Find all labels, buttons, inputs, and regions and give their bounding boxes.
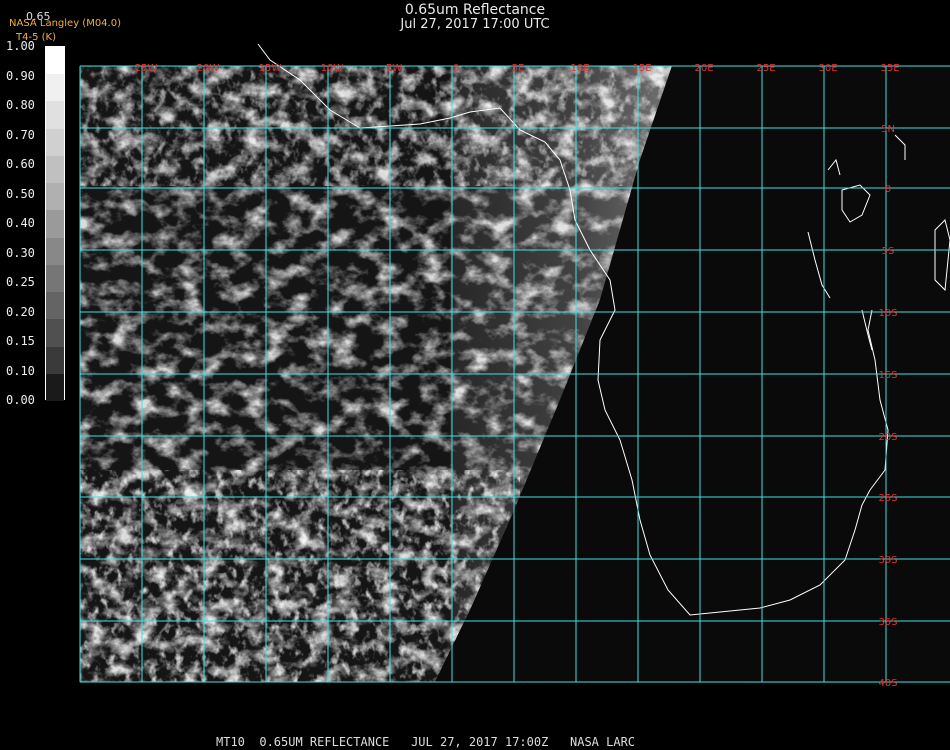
colorbar-segment — [46, 183, 64, 211]
colorbar-tick-label: 0.50 — [6, 186, 35, 201]
colorbar-segment — [46, 101, 64, 130]
colorbar-segment — [46, 319, 64, 348]
colorbar-tick-label: 0.00 — [6, 393, 35, 407]
longitude-label: 15E — [632, 63, 651, 74]
longitude-label: 15W — [259, 63, 282, 74]
latitude-label: 20S — [878, 432, 897, 443]
colorbar-segment — [46, 74, 64, 102]
longitude-label: 10E — [570, 63, 589, 74]
colorbar-segment — [46, 292, 64, 320]
colorbar-tick-label: 0.90 — [6, 68, 35, 83]
colorbar-tick-label: 0.25 — [6, 275, 35, 289]
latitude-label: 0 — [885, 184, 891, 195]
colorbar-tick-label: 1.00 — [6, 39, 35, 53]
longitude-label: 25W — [135, 63, 158, 74]
longitude-label: 30E — [818, 63, 837, 74]
longitude-label: 0 — [453, 63, 459, 74]
colorbar-tick-label: 0.10 — [6, 363, 35, 378]
satellite-map: 25W 20W 15W 10W 5W 0 5E 10E 15E 20E 25E 30E 35E 5N 0 5S… — [79, 43, 950, 689]
colorbar-tick-label: 0.70 — [6, 127, 35, 142]
latitude-label: 30S — [878, 555, 897, 566]
latitude-label: 15S — [878, 370, 897, 381]
chart-title: 0.65um Reflectance — [404, 2, 546, 18]
longitude-label: 35E — [880, 63, 899, 74]
colorbar — [45, 46, 65, 402]
colorbar-segment — [46, 128, 64, 157]
colorbar-segment — [46, 155, 64, 184]
longitude-label: 5W — [386, 63, 402, 74]
colorbar-tick-label: 0.80 — [6, 98, 35, 112]
colorbar-tick-label: 0.40 — [6, 216, 35, 230]
colorbar-tick-label: 0.15 — [6, 334, 35, 348]
colorbar-segment — [46, 373, 64, 402]
colorbar-tick-label: 0.30 — [6, 245, 35, 260]
corner-organization: NASA Langley (M04.0) — [9, 18, 121, 29]
chart-subtitle: Jul 27, 2017 17:00 UTC — [400, 17, 550, 32]
colorbar-segment — [46, 346, 64, 375]
colorbar-tick-label: 0.60 — [6, 157, 35, 171]
cloud-texture-north — [80, 66, 672, 186]
latitude-label: 10S — [878, 308, 897, 319]
longitude-label: 10W — [321, 63, 344, 74]
colorbar-segment — [46, 47, 64, 75]
longitude-label: 20E — [694, 63, 713, 74]
latitude-label: 5S — [882, 246, 895, 257]
latitude-label: 25S — [878, 493, 897, 504]
latitude-label: 5N — [881, 124, 895, 135]
longitude-label: 5E — [512, 63, 525, 74]
longitude-label: 20W — [197, 63, 220, 74]
colorbar-segment — [46, 264, 64, 293]
footer-caption: MT10 0.65UM REFLECTANCE JUL 27, 2017 17:… — [216, 735, 636, 749]
colorbar-tick-label: 0.20 — [6, 304, 35, 319]
latitude-label: 40S — [878, 678, 897, 689]
longitude-label: 25E — [756, 63, 775, 74]
colorbar-segment — [46, 237, 64, 266]
latitude-label: 35S — [878, 617, 897, 628]
colorbar-segment — [46, 210, 64, 239]
